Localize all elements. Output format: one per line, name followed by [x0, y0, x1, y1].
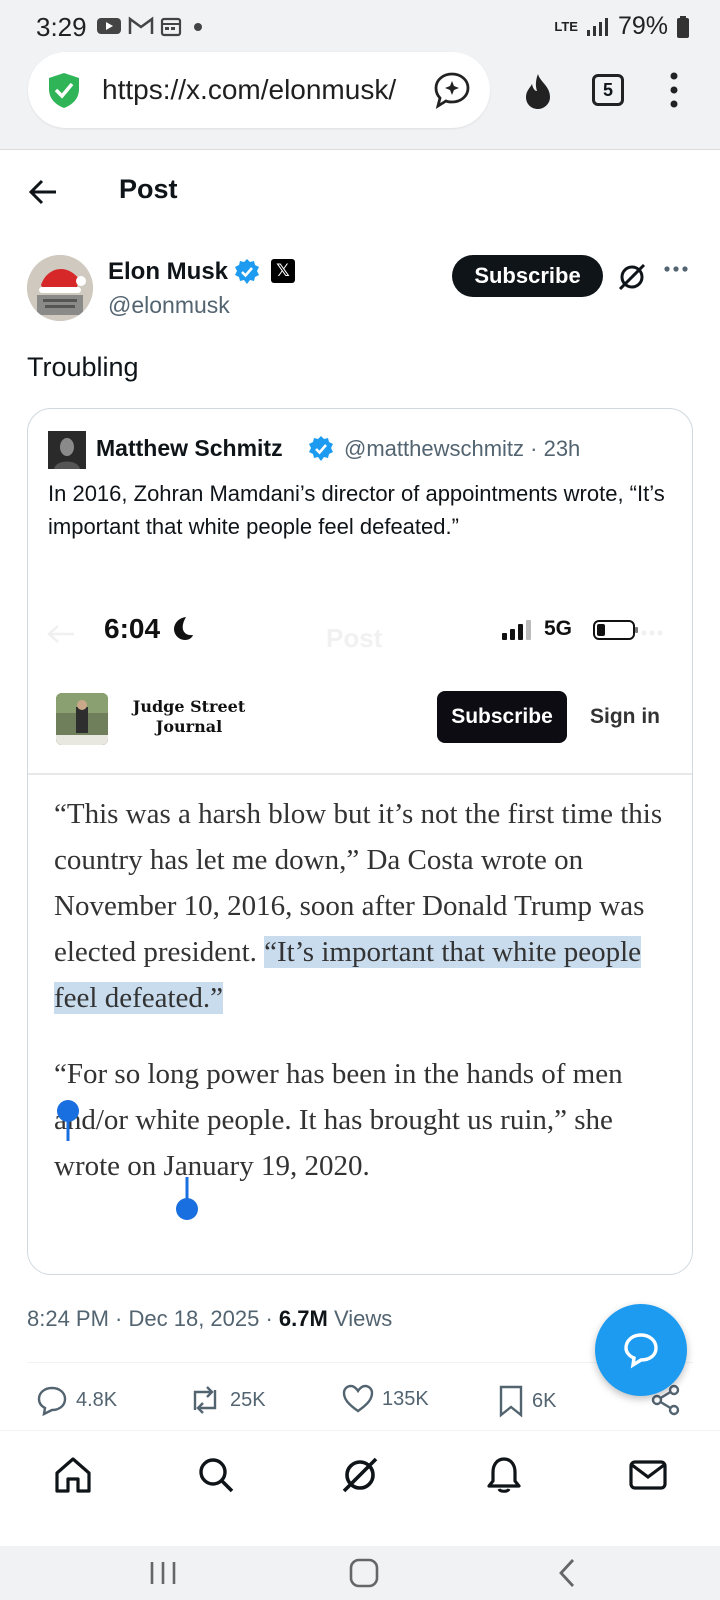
battery-icon: [677, 15, 689, 38]
screenshot-divider: [28, 773, 692, 775]
battery-icon: [593, 620, 638, 640]
battery-percent: 79%: [617, 12, 668, 40]
url-text[interactable]: https://x.com/elonmusk/: [102, 74, 396, 106]
signal-icon: [586, 17, 608, 36]
post-header: Post: [0, 150, 720, 234]
publication-logo: [56, 693, 108, 745]
dot-icon: [194, 23, 202, 31]
overflow-menu-icon[interactable]: [668, 70, 680, 110]
author-name[interactable]: Elon Musk: [108, 258, 228, 286]
avatar-image: [27, 255, 93, 321]
youtube-icon: [97, 18, 121, 34]
recent-apps-icon[interactable]: [148, 1556, 178, 1590]
compose-reply-fab[interactable]: [595, 1304, 687, 1396]
bookmark-button[interactable]: 6K: [498, 1384, 556, 1418]
ai-assistant-icon[interactable]: [432, 70, 472, 110]
notifications-icon[interactable]: [484, 1455, 524, 1495]
screenshot-signin-link: Sign in: [590, 705, 660, 728]
post-text: Troubling: [27, 352, 139, 382]
ghost-more-icon: [641, 630, 663, 636]
screenshot-subscribe-button: Subscribe: [437, 691, 567, 743]
author-avatar[interactable]: [27, 255, 93, 321]
subscribe-button[interactable]: Subscribe: [452, 255, 603, 297]
reply-icon: [37, 1386, 67, 1416]
browser-toolbar: https://x.com/elonmusk/ 5: [0, 52, 720, 150]
reply-count: 4.8K: [76, 1388, 118, 1411]
views-label: Views: [327, 1306, 393, 1331]
status-right: LTE 79%: [554, 12, 690, 41]
bottom-tab-bar: [0, 1430, 720, 1546]
bookmark-count: 6K: [532, 1389, 557, 1412]
grok-tab-icon[interactable]: [340, 1455, 380, 1495]
back-nav-icon[interactable]: [555, 1556, 579, 1590]
screenshot-ghost-title: Post: [326, 623, 383, 653]
article-paragraph-1: “This was a harsh blow but it’s not the …: [54, 791, 666, 1021]
x-affiliate-badge: 𝕏: [271, 259, 295, 283]
selection-handle-end-icon: [176, 1177, 198, 1220]
screenshot-time: 6:04: [104, 613, 161, 644]
moon-icon: [174, 617, 193, 640]
flame-icon[interactable]: [520, 72, 556, 110]
network-label: LTE: [554, 19, 578, 34]
back-arrow-icon[interactable]: [26, 174, 60, 210]
signal-icon: [502, 620, 531, 640]
author-handle[interactable]: @elonmusk: [108, 292, 230, 319]
status-bar: 3:29 LTE 79%: [0, 0, 720, 52]
verified-badge-icon: [235, 259, 259, 284]
heart-icon: [342, 1384, 374, 1413]
messages-icon[interactable]: [628, 1455, 668, 1495]
ghost-back-arrow-icon: [47, 625, 74, 643]
publication-logo-image: [56, 693, 108, 745]
post-timestamp[interactable]: 8:24 PM · Dec 18, 2025 ·: [27, 1306, 279, 1331]
home-nav-icon[interactable]: [348, 1556, 380, 1590]
tab-switcher-button[interactable]: 5: [592, 74, 624, 106]
quoted-text: In 2016, Zohran Mamdani’s director of ap…: [48, 481, 665, 539]
embedded-screenshot[interactable]: 6:04 Post 5G Judge Street Journal Subscr…: [28, 569, 692, 1274]
home-icon[interactable]: [53, 1455, 93, 1495]
status-notification-icons: [96, 15, 204, 37]
page-title: Post: [119, 174, 178, 204]
repost-icon: [193, 1386, 217, 1414]
repost-count: 25K: [230, 1388, 266, 1411]
repost-button[interactable]: 25K: [188, 1384, 266, 1416]
actions-divider: [27, 1362, 693, 1363]
address-bar[interactable]: https://x.com/elonmusk/: [28, 52, 490, 128]
publication-name: Judge Street Journal: [132, 697, 246, 736]
screenshot-network: 5G: [544, 617, 573, 640]
like-count: 135K: [382, 1387, 429, 1410]
system-navigation-bar: [0, 1546, 720, 1600]
like-button[interactable]: 135K: [342, 1384, 429, 1414]
article-paragraph-2: “For so long power has been in the hands…: [54, 1058, 623, 1182]
calendar-icon: [160, 17, 182, 37]
shield-icon[interactable]: [44, 70, 84, 110]
chat-bubble-icon: [624, 1333, 658, 1369]
post-meta: 8:24 PM · Dec 18, 2025 · 6.7M Views: [27, 1306, 392, 1332]
reply-button[interactable]: 4.8K: [36, 1384, 117, 1416]
quoted-author-avatar[interactable]: [48, 431, 86, 469]
gmail-icon: [128, 16, 154, 34]
verified-badge-icon: [309, 436, 333, 461]
status-time: 3:29: [36, 12, 87, 42]
quoted-author-name[interactable]: Matthew Schmitz: [96, 435, 283, 462]
quoted-avatar-image: [48, 431, 86, 469]
bookmark-icon: [499, 1385, 523, 1418]
search-icon[interactable]: [196, 1455, 236, 1495]
views-count[interactable]: 6.7M: [279, 1306, 328, 1331]
quoted-post-card[interactable]: Matthew Schmitz @matthewschmitz · 23h In…: [27, 408, 693, 1275]
selection-handle-start-icon: [57, 1100, 79, 1141]
more-options-icon[interactable]: [663, 264, 689, 274]
grok-icon[interactable]: [617, 262, 647, 292]
quoted-handle-time: @matthewschmitz · 23h: [344, 436, 581, 461]
article-text: “This was a harsh blow but it’s not the …: [54, 791, 666, 1189]
